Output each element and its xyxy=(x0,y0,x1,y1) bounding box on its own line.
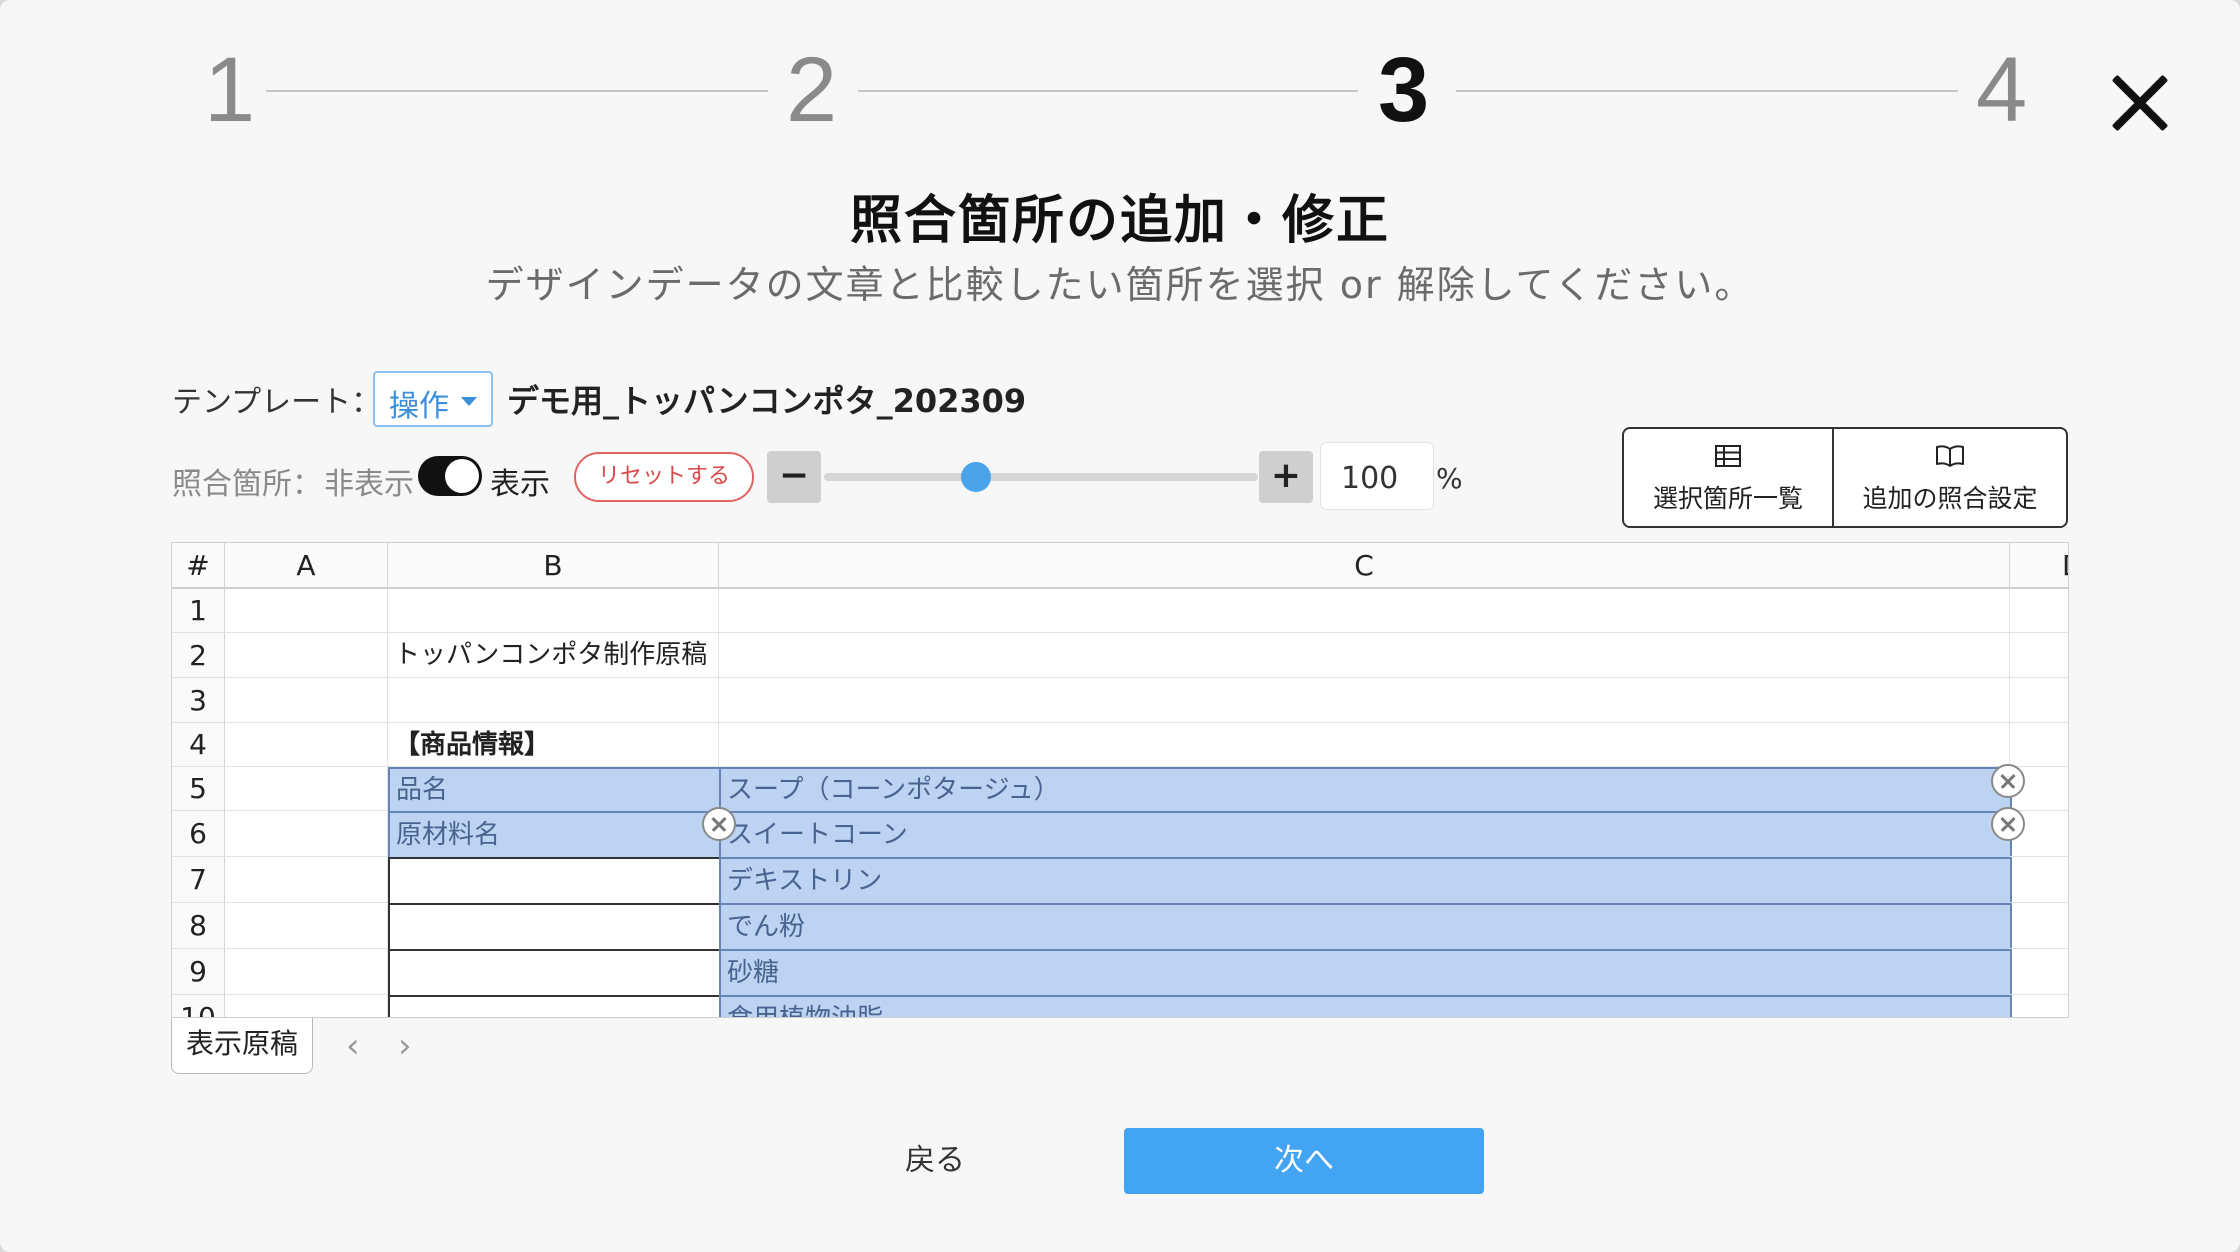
cell-a8[interactable] xyxy=(225,903,388,949)
cell-c1[interactable] xyxy=(719,589,2010,633)
operation-dropdown[interactable]: 操作 xyxy=(373,371,493,427)
selected-cell-c6[interactable]: スイートコーン xyxy=(719,811,2012,859)
operation-dropdown-label: 操作 xyxy=(389,389,449,424)
cell-b3[interactable] xyxy=(388,678,719,723)
cell-a7[interactable] xyxy=(225,857,388,903)
row-number: 3 xyxy=(172,678,225,723)
selected-cell-c9[interactable]: 砂糖 xyxy=(719,949,2012,997)
selected-cell-c8[interactable]: でん粉 xyxy=(719,903,2012,951)
selection-list-label: 選択箇所一覧 xyxy=(1652,484,1803,513)
display-toggle[interactable] xyxy=(418,456,482,496)
zoom-in-button[interactable]: + xyxy=(1259,451,1313,503)
toggle-knob xyxy=(445,459,479,493)
cell-a1[interactable] xyxy=(225,589,388,633)
cell-b9[interactable] xyxy=(388,949,721,997)
cell-d3[interactable] xyxy=(2010,678,2068,723)
row-number: 9 xyxy=(172,949,225,995)
cell-d9[interactable] xyxy=(2010,949,2068,995)
cell-b10[interactable] xyxy=(388,995,721,1017)
cell-c4[interactable] xyxy=(719,723,2010,767)
additional-match-settings-label: 追加の照合設定 xyxy=(1862,484,2038,513)
cell-b1[interactable] xyxy=(388,589,719,633)
sheet-tab[interactable]: 表示原稿 xyxy=(171,1018,313,1074)
chevron-down-icon xyxy=(461,397,477,406)
cell-a5[interactable] xyxy=(225,767,388,811)
close-icon[interactable] xyxy=(2104,66,2176,138)
spreadsheet-grid[interactable]: # A B C D 12 トッパンコンポタ制作原稿 34 【商品情報】 5 品名スープ（コ… xyxy=(171,542,2069,1018)
sheet-next-arrow[interactable]: › xyxy=(398,1026,412,1066)
cell-a6[interactable] xyxy=(225,811,388,857)
column-header-b[interactable]: B xyxy=(388,543,719,589)
show-label: 表示 xyxy=(490,467,550,502)
step-connector xyxy=(858,90,1358,92)
cell-b7[interactable] xyxy=(388,857,721,905)
cell-b4[interactable]: 【商品情報】 xyxy=(388,723,719,767)
step-4: 4 xyxy=(1976,39,2028,141)
row-number: 1 xyxy=(172,589,225,633)
cell-d10[interactable] xyxy=(2010,995,2068,1017)
cell-a4[interactable] xyxy=(225,723,388,767)
step-1: 1 xyxy=(204,39,256,141)
cell-b8[interactable] xyxy=(388,903,721,951)
row-number: 5 xyxy=(172,767,225,811)
cell-a3[interactable] xyxy=(225,678,388,723)
cell-c2[interactable] xyxy=(719,633,2010,678)
selected-cell-c5[interactable]: スープ（コーンポタージュ） xyxy=(719,767,2012,813)
zoom-slider[interactable] xyxy=(824,473,1258,481)
column-header-a[interactable]: A xyxy=(225,543,388,589)
match-area-label: 照合箇所： xyxy=(172,467,322,502)
corner-header: # xyxy=(172,543,225,589)
zoom-out-button[interactable]: − xyxy=(767,451,821,503)
remove-selection-icon[interactable] xyxy=(1991,764,2025,798)
cell-a2[interactable] xyxy=(225,633,388,678)
sheet-prev-arrow[interactable]: ‹ xyxy=(346,1026,360,1066)
step-3-current: 3 xyxy=(1378,39,1430,141)
hide-label: 非表示 xyxy=(324,467,414,502)
cell-d4[interactable] xyxy=(2010,723,2068,767)
remove-selection-icon[interactable] xyxy=(702,807,736,841)
table-list-icon xyxy=(1715,445,1741,467)
zoom-slider-thumb[interactable] xyxy=(960,462,991,492)
page-title: 照合箇所の追加・修正 xyxy=(849,191,1390,251)
row-number: 7 xyxy=(172,857,225,903)
selected-cell-c7[interactable]: デキストリン xyxy=(719,857,2012,905)
cell-d7[interactable] xyxy=(2010,857,2068,903)
step-connector xyxy=(1456,90,1958,92)
zoom-input[interactable]: 100 xyxy=(1320,442,1434,510)
book-icon xyxy=(1936,445,1964,467)
column-header-c[interactable]: C xyxy=(719,543,2010,589)
selection-list-button[interactable]: 選択箇所一覧 xyxy=(1624,429,1834,526)
reset-button[interactable]: リセットする xyxy=(574,452,754,502)
column-header-d[interactable]: D xyxy=(2010,543,2068,589)
selected-cell-b6[interactable]: 原材料名 xyxy=(388,811,721,859)
step-2: 2 xyxy=(786,39,838,141)
selected-cell-c10[interactable]: 食用植物油脂 xyxy=(719,995,2012,1017)
row-number: 4 xyxy=(172,723,225,767)
cell-d1[interactable] xyxy=(2010,589,2068,633)
cell-d8[interactable] xyxy=(2010,903,2068,949)
back-button[interactable]: 戻る xyxy=(880,1128,990,1194)
row-number: 10 xyxy=(172,995,225,1017)
cell-c3[interactable] xyxy=(719,678,2010,723)
cell-a9[interactable] xyxy=(225,949,388,995)
cell-b2[interactable]: トッパンコンポタ制作原稿 xyxy=(388,633,719,678)
additional-match-settings-button[interactable]: 追加の照合設定 xyxy=(1834,429,2066,526)
row-number: 2 xyxy=(172,633,225,678)
view-button-group: 選択箇所一覧 追加の照合設定 xyxy=(1622,427,2068,528)
remove-selection-icon[interactable] xyxy=(1991,807,2025,841)
cell-d2[interactable] xyxy=(2010,633,2068,678)
selected-cell-b5[interactable]: 品名 xyxy=(388,767,721,813)
next-button[interactable]: 次へ xyxy=(1124,1128,1484,1194)
row-number: 6 xyxy=(172,811,225,857)
dialog: 1 2 3 4 照合箇所の追加・修正 デザインデータの文章と比較したい箇所を選択… xyxy=(0,0,2240,1252)
step-connector xyxy=(266,90,768,92)
template-name: デモ用_トッパンコンポタ_202309 xyxy=(507,382,1027,420)
page-subtitle: デザインデータの文章と比較したい箇所を選択 or 解除してください。 xyxy=(485,263,1755,307)
row-number: 8 xyxy=(172,903,225,949)
template-label: テンプレート： xyxy=(172,385,382,420)
zoom-percent-unit: % xyxy=(1436,462,1463,495)
cell-a10[interactable] xyxy=(225,995,388,1017)
